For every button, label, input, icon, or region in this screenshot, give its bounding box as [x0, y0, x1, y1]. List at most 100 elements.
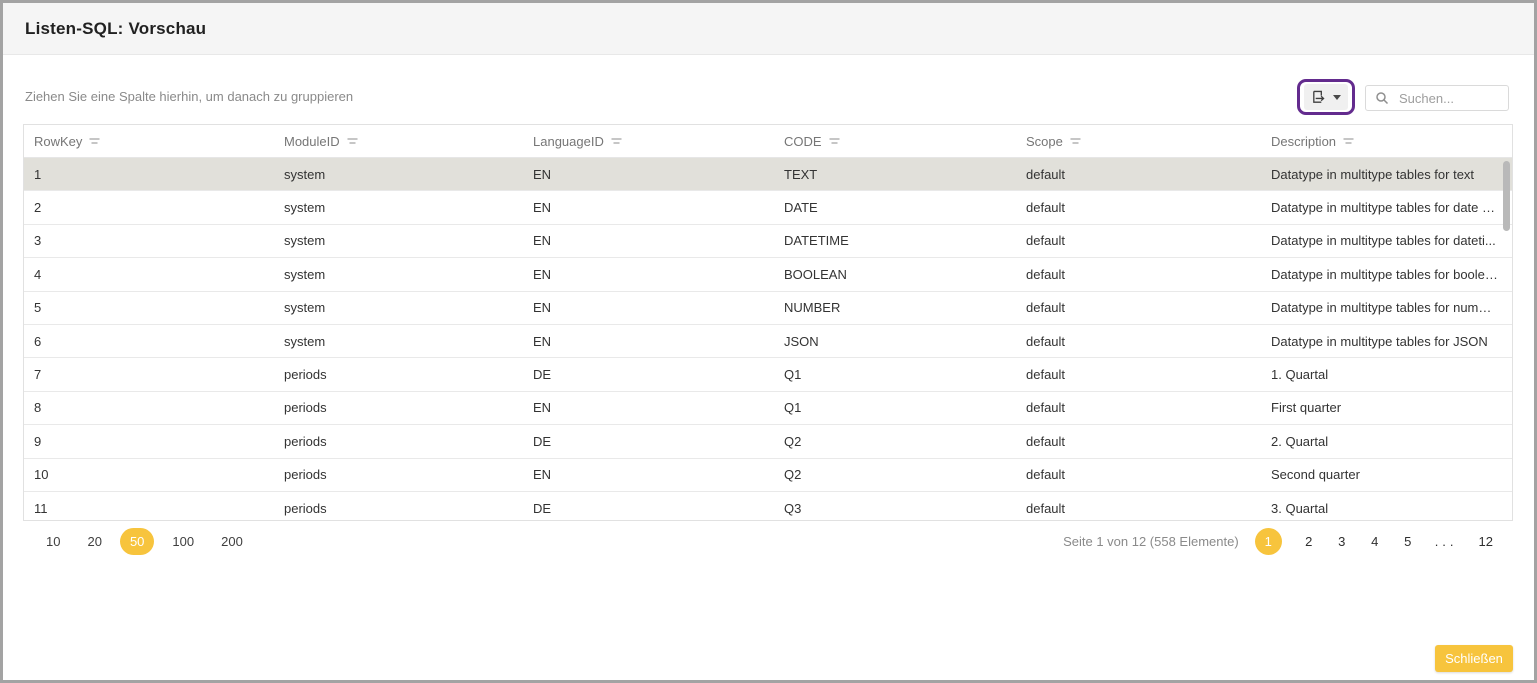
vertical-scrollbar[interactable] [1503, 161, 1510, 231]
page-number-list: 12345...12 [1255, 528, 1493, 555]
page-size-200[interactable]: 200 [212, 530, 252, 553]
table-cell: system [274, 233, 523, 248]
table-cell: 11 [24, 501, 274, 516]
table-cell: DE [523, 501, 774, 516]
grid-body: 1systemENTEXTdefaultDatatype in multityp… [24, 158, 1512, 521]
table-row[interactable]: 10periodsENQ2defaultSecond quarter [24, 459, 1512, 492]
table-cell: DATE [774, 200, 1016, 215]
page-size-10[interactable]: 10 [37, 530, 69, 553]
filter-icon[interactable] [829, 137, 840, 146]
page-size-50[interactable]: 50 [120, 528, 154, 555]
table-cell: Datatype in multitype tables for JSON [1261, 334, 1512, 349]
page-number-2[interactable]: 2 [1303, 534, 1315, 549]
table-cell: 1 [24, 167, 274, 182]
search-box [1365, 85, 1509, 111]
table-cell: Datatype in multitype tables for boolea.… [1261, 267, 1512, 282]
page-number-5[interactable]: 5 [1402, 534, 1414, 549]
chevron-down-icon [1333, 95, 1341, 100]
column-header-description[interactable]: Description [1261, 134, 1512, 149]
filter-icon[interactable] [1343, 137, 1354, 146]
column-header-label: RowKey [34, 134, 82, 149]
filter-icon[interactable] [89, 137, 100, 146]
table-cell: Q1 [774, 400, 1016, 415]
table-cell: 3 [24, 233, 274, 248]
table-cell: default [1016, 501, 1261, 516]
table-row[interactable]: 1systemENTEXTdefaultDatatype in multityp… [24, 158, 1512, 191]
table-cell: system [274, 300, 523, 315]
table-cell: EN [523, 233, 774, 248]
table-cell: EN [523, 300, 774, 315]
column-header-label: ModuleID [284, 134, 340, 149]
table-cell: EN [523, 467, 774, 482]
page-size-100[interactable]: 100 [163, 530, 203, 553]
table-row[interactable]: 5systemENNUMBERdefaultDatatype in multit… [24, 292, 1512, 325]
table-cell: 8 [24, 400, 274, 415]
table-cell: NUMBER [774, 300, 1016, 315]
table-row[interactable]: 11periodsDEQ3default3. Quartal [24, 492, 1512, 521]
table-row[interactable]: 3systemENDATETIMEdefaultDatatype in mult… [24, 225, 1512, 258]
table-cell: 2 [24, 200, 274, 215]
table-row[interactable]: 9periodsDEQ2default2. Quartal [24, 425, 1512, 458]
column-header-label: LanguageID [533, 134, 604, 149]
table-cell: 10 [24, 467, 274, 482]
page-number-12[interactable]: 12 [1479, 534, 1493, 549]
table-cell: Datatype in multitype tables for dateti.… [1261, 233, 1512, 248]
table-cell: Q2 [774, 467, 1016, 482]
title-bar: Listen-SQL: Vorschau [3, 3, 1534, 55]
table-cell: default [1016, 467, 1261, 482]
column-header-label: CODE [784, 134, 822, 149]
table-cell: default [1016, 367, 1261, 382]
table-cell: default [1016, 267, 1261, 282]
grid-header-row: RowKey ModuleID LanguageID CODE Scope Descrip… [24, 125, 1512, 158]
page-size-20[interactable]: 20 [78, 530, 110, 553]
group-by-hint: Ziehen Sie eine Spalte hierhin, um danac… [25, 89, 353, 104]
table-cell: EN [523, 167, 774, 182]
table-row[interactable]: 2systemENDATEdefaultDatatype in multityp… [24, 191, 1512, 224]
export-document-icon [1311, 90, 1326, 105]
table-row[interactable]: 7periodsDEQ1default1. Quartal [24, 358, 1512, 391]
column-header-code[interactable]: CODE [774, 134, 1016, 149]
table-cell: periods [274, 400, 523, 415]
table-cell: EN [523, 400, 774, 415]
table-cell: Q2 [774, 434, 1016, 449]
table-cell: 4 [24, 267, 274, 282]
table-cell: periods [274, 367, 523, 382]
column-header-rowkey[interactable]: RowKey [24, 134, 274, 149]
table-cell: DATETIME [774, 233, 1016, 248]
table-cell: default [1016, 434, 1261, 449]
table-cell: periods [274, 501, 523, 516]
table-cell: default [1016, 200, 1261, 215]
page-number-1[interactable]: 1 [1255, 528, 1282, 555]
column-header-scope[interactable]: Scope [1016, 134, 1261, 149]
column-header-label: Description [1271, 134, 1336, 149]
table-cell: 6 [24, 334, 274, 349]
close-button[interactable]: Schließen [1435, 645, 1513, 672]
table-cell: JSON [774, 334, 1016, 349]
column-header-languageid[interactable]: LanguageID [523, 134, 774, 149]
table-cell: DE [523, 434, 774, 449]
search-input[interactable] [1397, 90, 1501, 107]
table-cell: default [1016, 334, 1261, 349]
table-cell: Datatype in multitype tables for date v.… [1261, 200, 1512, 215]
filter-icon[interactable] [1070, 137, 1081, 146]
filter-icon[interactable] [611, 137, 622, 146]
page-size-selector: 10 20 50 100 200 [37, 528, 252, 555]
table-cell: system [274, 334, 523, 349]
export-button-highlight [1297, 79, 1355, 115]
table-cell: First quarter [1261, 400, 1512, 415]
pager-bar: 102050100200 Seite 1 von 12 (558 Element… [23, 526, 1513, 556]
table-row[interactable]: 6systemENJSONdefaultDatatype in multityp… [24, 325, 1512, 358]
table-cell: DE [523, 367, 774, 382]
filter-icon[interactable] [347, 137, 358, 146]
table-cell: 1. Quartal [1261, 367, 1512, 382]
search-icon [1375, 91, 1389, 105]
table-cell: BOOLEAN [774, 267, 1016, 282]
table-row[interactable]: 8periodsENQ1defaultFirst quarter [24, 392, 1512, 425]
table-cell: EN [523, 200, 774, 215]
export-button[interactable] [1304, 84, 1348, 110]
pager-right: Seite 1 von 12 (558 Elemente) 12345...12 [1063, 528, 1493, 555]
table-row[interactable]: 4systemENBOOLEANdefaultDatatype in multi… [24, 258, 1512, 291]
column-header-moduleid[interactable]: ModuleID [274, 134, 523, 149]
page-number-4[interactable]: 4 [1369, 534, 1381, 549]
page-number-3[interactable]: 3 [1336, 534, 1348, 549]
